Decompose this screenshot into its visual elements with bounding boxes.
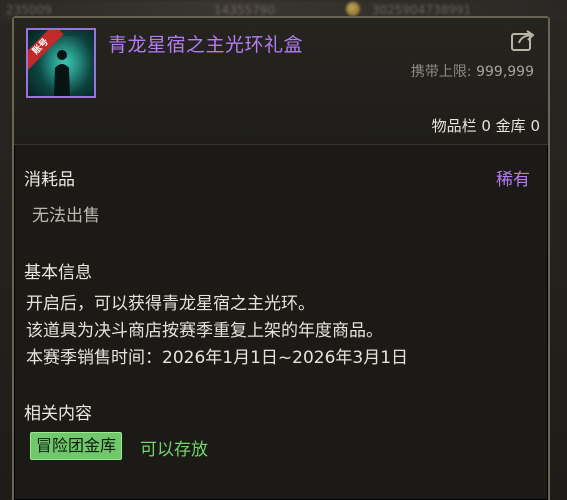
background-text-right: 3025904738991	[372, 3, 472, 17]
carry-limit: 携带上限: 999,999	[411, 61, 534, 81]
description-line: 该道具为决斗商店按赛季重复上架的年度商品。	[26, 321, 383, 341]
item-icon[interactable]: 账号	[26, 28, 96, 98]
related-content-title: 相关内容	[24, 404, 92, 424]
share-icon[interactable]	[510, 28, 536, 52]
item-name: 青龙星宿之主光环礼盒	[108, 34, 304, 56]
background-text-left: 235009	[6, 3, 52, 17]
basic-info-title: 基本信息	[24, 263, 92, 283]
sell-status: 无法出售	[32, 206, 100, 226]
item-tooltip: 账号 青龙星宿之主光环礼盒 携带上限: 999,999 物品栏 0 金库 0 消…	[12, 16, 550, 500]
coin-icon	[346, 2, 360, 16]
adventure-vault-button[interactable]: 冒险团金库	[30, 432, 123, 460]
item-category: 消耗品	[24, 170, 75, 190]
item-rarity: 稀有	[496, 170, 530, 190]
description-line: 开启后，可以获得青龙星宿之主光环。	[26, 294, 315, 314]
background-text-mid: 14355790	[214, 3, 276, 17]
description-line: 本赛季销售时间：2026年1月1日~2026年3月1日	[26, 348, 409, 368]
storage-count: 物品栏 0 金库 0	[431, 117, 540, 135]
tooltip-header: 账号 青龙星宿之主光环礼盒 携带上限: 999,999 物品栏 0 金库 0	[14, 18, 548, 145]
carry-limit-value: 999,999	[476, 64, 534, 80]
basic-info-description: 开启后，可以获得青龙星宿之主光环。 该道具为决斗商店按赛季重复上架的年度商品。 …	[26, 291, 408, 372]
carry-limit-label: 携带上限:	[410, 64, 472, 80]
screen: 235009 14355790 3025904738991 账号 青龙星宿之主光…	[0, 0, 567, 500]
storable-status: 可以存放	[140, 440, 208, 460]
silhouette-icon	[54, 50, 70, 96]
